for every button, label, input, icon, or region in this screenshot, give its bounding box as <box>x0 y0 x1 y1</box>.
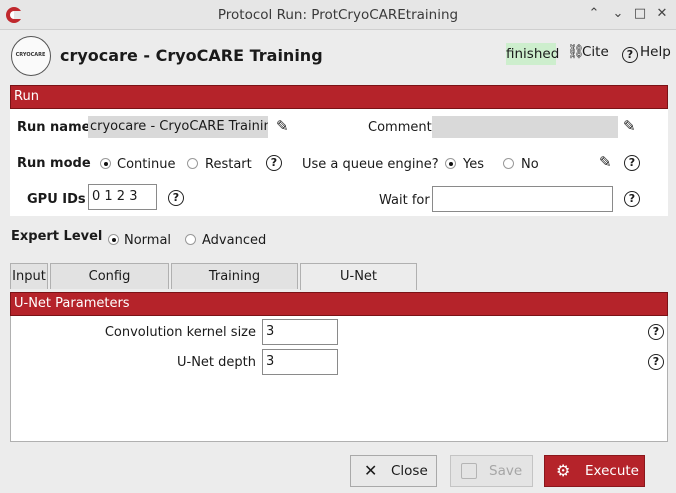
maximize-icon[interactable]: □ <box>632 6 648 22</box>
title-bar: Protocol Run: ProtCryoCAREtraining ⌃ ⌄ □… <box>0 0 676 30</box>
help-icon: ? <box>622 47 638 63</box>
expert-advanced-radio[interactable] <box>185 234 196 245</box>
run-mode-label: Run mode <box>17 156 91 171</box>
cite-label: Cite <box>582 44 609 60</box>
save-button[interactable]: Save <box>450 455 533 487</box>
comment-label: Comment <box>368 120 432 135</box>
save-button-label: Save <box>489 463 523 479</box>
minimize-icon[interactable]: ⌄ <box>610 6 626 22</box>
help-label: Help <box>640 44 671 60</box>
kernel-size-label: Convolution kernel size <box>104 325 256 340</box>
close-button[interactable]: ✕ Close <box>350 455 437 487</box>
unet-section-bar: U-Net Parameters <box>10 292 668 316</box>
wait-for-label: Wait for <box>379 193 430 208</box>
protocol-name: cryocare - CryoCARE Training <box>60 46 323 65</box>
tab-unet-parameters[interactable]: U-Net Parameters <box>300 263 417 309</box>
edit-run-name-icon[interactable]: ✎ <box>276 117 294 135</box>
queue-no-label: No <box>521 157 539 172</box>
link-icon: ⛓ <box>567 44 585 60</box>
run-mode-continue-radio[interactable] <box>100 158 111 169</box>
wait-for-help-icon[interactable]: ? <box>624 191 640 207</box>
gear-icon: ⚙ <box>556 461 571 480</box>
close-icon: ✕ <box>364 461 378 480</box>
run-mode-restart-label: Restart <box>205 157 252 172</box>
status-badge: finished <box>506 43 559 65</box>
close-window-icon[interactable]: ✕ <box>654 6 670 22</box>
execute-button[interactable]: ⚙ Execute <box>544 455 645 487</box>
gpu-ids-label: GPU IDs <box>27 192 86 207</box>
help-link[interactable]: ? Help <box>622 44 671 64</box>
queue-label: Use a queue engine? <box>302 157 439 172</box>
edit-comment-icon[interactable]: ✎ <box>623 117 641 135</box>
kernel-size-help-icon[interactable]: ? <box>648 324 664 340</box>
expert-normal-radio[interactable] <box>108 234 119 245</box>
expert-normal-label: Normal <box>124 233 172 248</box>
save-icon <box>461 463 477 479</box>
queue-yes-label: Yes <box>463 157 484 172</box>
kernel-size-input[interactable]: 3 <box>262 319 338 345</box>
run-mode-help-icon[interactable]: ? <box>266 155 282 171</box>
close-button-label: Close <box>391 463 428 479</box>
tab-config-parameters[interactable]: Config Parameters <box>50 263 169 309</box>
run-mode-restart-radio[interactable] <box>187 158 198 169</box>
execute-button-label: Execute <box>585 463 639 479</box>
cite-link[interactable]: ⛓Cite <box>567 44 609 64</box>
collapse-icon[interactable]: ⌃ <box>586 6 602 22</box>
gpu-ids-help-icon[interactable]: ? <box>168 190 184 206</box>
queue-help-icon[interactable]: ? <box>624 155 640 171</box>
expert-level-label: Expert Level <box>11 229 103 244</box>
run-section-bar: Run <box>10 85 668 109</box>
window-title: Protocol Run: ProtCryoCAREtraining <box>217 7 459 23</box>
gpu-ids-input[interactable]: 0 1 2 3 <box>88 184 157 210</box>
wait-for-input[interactable] <box>432 186 613 212</box>
run-name-label: Run name <box>17 120 91 135</box>
logo-text: CRYOCARE <box>15 52 46 58</box>
comment-field[interactable] <box>432 116 618 138</box>
logo: CRYOCARE <box>11 36 51 76</box>
queue-yes-radio[interactable] <box>445 158 456 169</box>
queue-no-radio[interactable] <box>503 158 514 169</box>
run-mode-continue-label: Continue <box>117 157 176 172</box>
unet-depth-help-icon[interactable]: ? <box>648 354 664 370</box>
tab-training-parameters[interactable]: Training Parameters <box>171 263 298 309</box>
run-name-field[interactable]: cryocare - CryoCARE Training <box>88 116 268 138</box>
expert-advanced-label: Advanced <box>202 233 267 248</box>
edit-queue-icon[interactable]: ✎ <box>599 153 617 171</box>
tab-input[interactable]: Input <box>10 263 48 289</box>
unet-depth-label: U-Net depth <box>177 355 256 370</box>
unet-depth-input[interactable]: 3 <box>262 349 338 375</box>
